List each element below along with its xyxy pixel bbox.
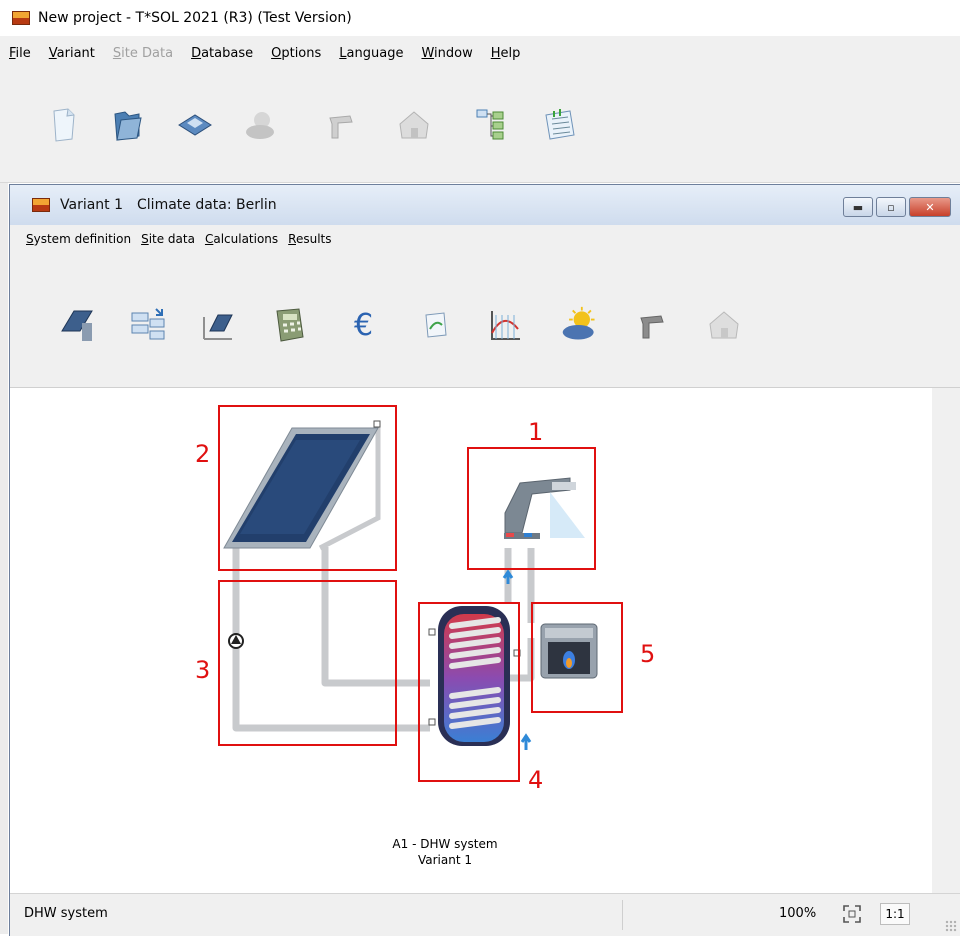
callout-number-5: 5 bbox=[640, 640, 656, 668]
menu-site-data[interactable]: Site Data bbox=[104, 46, 182, 61]
tap-icon bbox=[329, 115, 353, 139]
system-diagram bbox=[218, 405, 623, 782]
menu-file[interactable]: File bbox=[0, 46, 40, 61]
menu-window[interactable]: Window bbox=[412, 46, 481, 61]
project-tree-button[interactable] bbox=[470, 104, 512, 146]
app-title-bar: New project - T*SOL 2021 (R3) (Test Vers… bbox=[0, 0, 960, 36]
actual-size-button[interactable]: 1:1 bbox=[880, 903, 910, 925]
status-bar: DHW system 100% 1:1 bbox=[10, 893, 960, 936]
menu-help[interactable]: Help bbox=[482, 46, 530, 61]
mdi-background bbox=[0, 183, 8, 934]
storage-tank bbox=[428, 606, 521, 746]
calculator-icon bbox=[276, 308, 304, 342]
sun-cloud-icon bbox=[562, 306, 595, 340]
collector-field-icon bbox=[203, 314, 233, 340]
tap-icon bbox=[640, 315, 664, 339]
caption-variant-name: Variant 1 bbox=[417, 853, 472, 867]
app-menubar: File Variant Site Data Database Options … bbox=[0, 36, 960, 70]
report-icon bbox=[545, 109, 575, 140]
chart-document-icon bbox=[425, 312, 447, 338]
save-disk-icon bbox=[178, 114, 212, 136]
system-components-button[interactable] bbox=[128, 305, 168, 345]
house-icon bbox=[399, 111, 429, 139]
fit-to-window-icon bbox=[843, 905, 861, 923]
consumption-button[interactable] bbox=[632, 305, 672, 345]
collector-icon bbox=[61, 310, 93, 341]
menu-variant[interactable]: Variant bbox=[40, 46, 104, 61]
new-document-icon bbox=[53, 108, 75, 142]
caption-system-name: A1 - DHW system bbox=[392, 837, 498, 851]
climate-data-label: Climate data: Berlin bbox=[137, 197, 277, 213]
weather-icon bbox=[246, 112, 274, 139]
callout-number-4: 4 bbox=[528, 766, 544, 794]
variant-menubar: System definition Site data Calculations… bbox=[10, 225, 960, 253]
fit-to-window-button[interactable] bbox=[840, 902, 864, 926]
variant-window: Variant 1 Climate data: Berlin ▬ ▫ ✕ Syst… bbox=[9, 184, 960, 936]
callout-number-1: 1 bbox=[528, 418, 544, 446]
cold-water-arrow-icon bbox=[520, 733, 532, 750]
euro-icon: € bbox=[354, 308, 373, 343]
app-title: New project - T*SOL 2021 (R3) (Test Vers… bbox=[38, 10, 352, 26]
menu-site-data[interactable]: Site data bbox=[141, 232, 195, 246]
canvas-side-panel bbox=[932, 388, 960, 893]
new-document-button[interactable] bbox=[42, 104, 84, 146]
menu-language[interactable]: Language bbox=[330, 46, 412, 61]
zoom-level: 100% bbox=[779, 906, 817, 921]
resize-grip-icon[interactable] bbox=[945, 920, 957, 932]
window-controls: ▬ ▫ ✕ bbox=[843, 197, 951, 217]
tap-button[interactable] bbox=[320, 104, 362, 146]
close-icon: ✕ bbox=[925, 200, 935, 214]
menu-options[interactable]: Options bbox=[262, 46, 330, 61]
status-divider bbox=[622, 900, 623, 930]
restore-icon: ▫ bbox=[887, 200, 895, 214]
tsol-logo-icon bbox=[32, 198, 50, 212]
variant-title: Variant 1 bbox=[60, 197, 124, 213]
variant-toolbar: € bbox=[10, 253, 960, 388]
open-project-button[interactable] bbox=[106, 104, 148, 146]
economics-button[interactable]: € bbox=[344, 305, 384, 345]
status-system-name: DHW system bbox=[24, 906, 108, 921]
minimize-button[interactable]: ▬ bbox=[843, 197, 873, 217]
menu-system-definition[interactable]: System definition bbox=[26, 232, 131, 246]
collector-field-button[interactable] bbox=[198, 305, 238, 345]
weather-data-button[interactable] bbox=[560, 305, 600, 345]
menu-results[interactable]: Results bbox=[288, 232, 331, 246]
diagram-caption: A1 - DHW system Variant 1 bbox=[365, 836, 525, 868]
app-toolbar bbox=[0, 70, 960, 183]
boiler bbox=[540, 623, 598, 679]
shower-tap bbox=[504, 477, 585, 539]
restore-button[interactable]: ▫ bbox=[876, 197, 906, 217]
tsol-logo-icon bbox=[12, 11, 30, 25]
save-button[interactable] bbox=[174, 104, 216, 146]
calculator-button[interactable] bbox=[270, 305, 310, 345]
minimize-icon: ▬ bbox=[852, 200, 864, 214]
house-icon bbox=[709, 311, 739, 339]
menu-calculations[interactable]: Calculations bbox=[205, 232, 278, 246]
callout-box-3 bbox=[218, 580, 397, 746]
system-components-icon bbox=[131, 308, 165, 340]
menu-database[interactable]: Database bbox=[182, 46, 262, 61]
weather-button[interactable] bbox=[240, 104, 282, 146]
svg-text:€: € bbox=[354, 308, 373, 343]
project-tree-icon bbox=[476, 109, 504, 140]
variant-title-bar[interactable]: Variant 1 Climate data: Berlin ▬ ▫ ✕ bbox=[10, 185, 960, 225]
curve-chart-button[interactable] bbox=[484, 305, 524, 345]
close-button[interactable]: ✕ bbox=[909, 197, 951, 217]
pump-icon bbox=[228, 633, 244, 649]
house-button[interactable] bbox=[393, 104, 435, 146]
open-folder-icon bbox=[114, 111, 142, 141]
curve-chart-icon bbox=[491, 311, 520, 340]
system-diagram-canvas[interactable]: 1 2 3 4 5 A1 - DHW system Variant 1 bbox=[10, 388, 932, 893]
building-button[interactable] bbox=[704, 305, 744, 345]
callout-number-2: 2 bbox=[195, 440, 211, 468]
collector-button[interactable] bbox=[58, 305, 98, 345]
callout-number-3: 3 bbox=[195, 656, 211, 684]
report-button[interactable] bbox=[538, 104, 580, 146]
chart-document-button[interactable] bbox=[416, 305, 456, 345]
